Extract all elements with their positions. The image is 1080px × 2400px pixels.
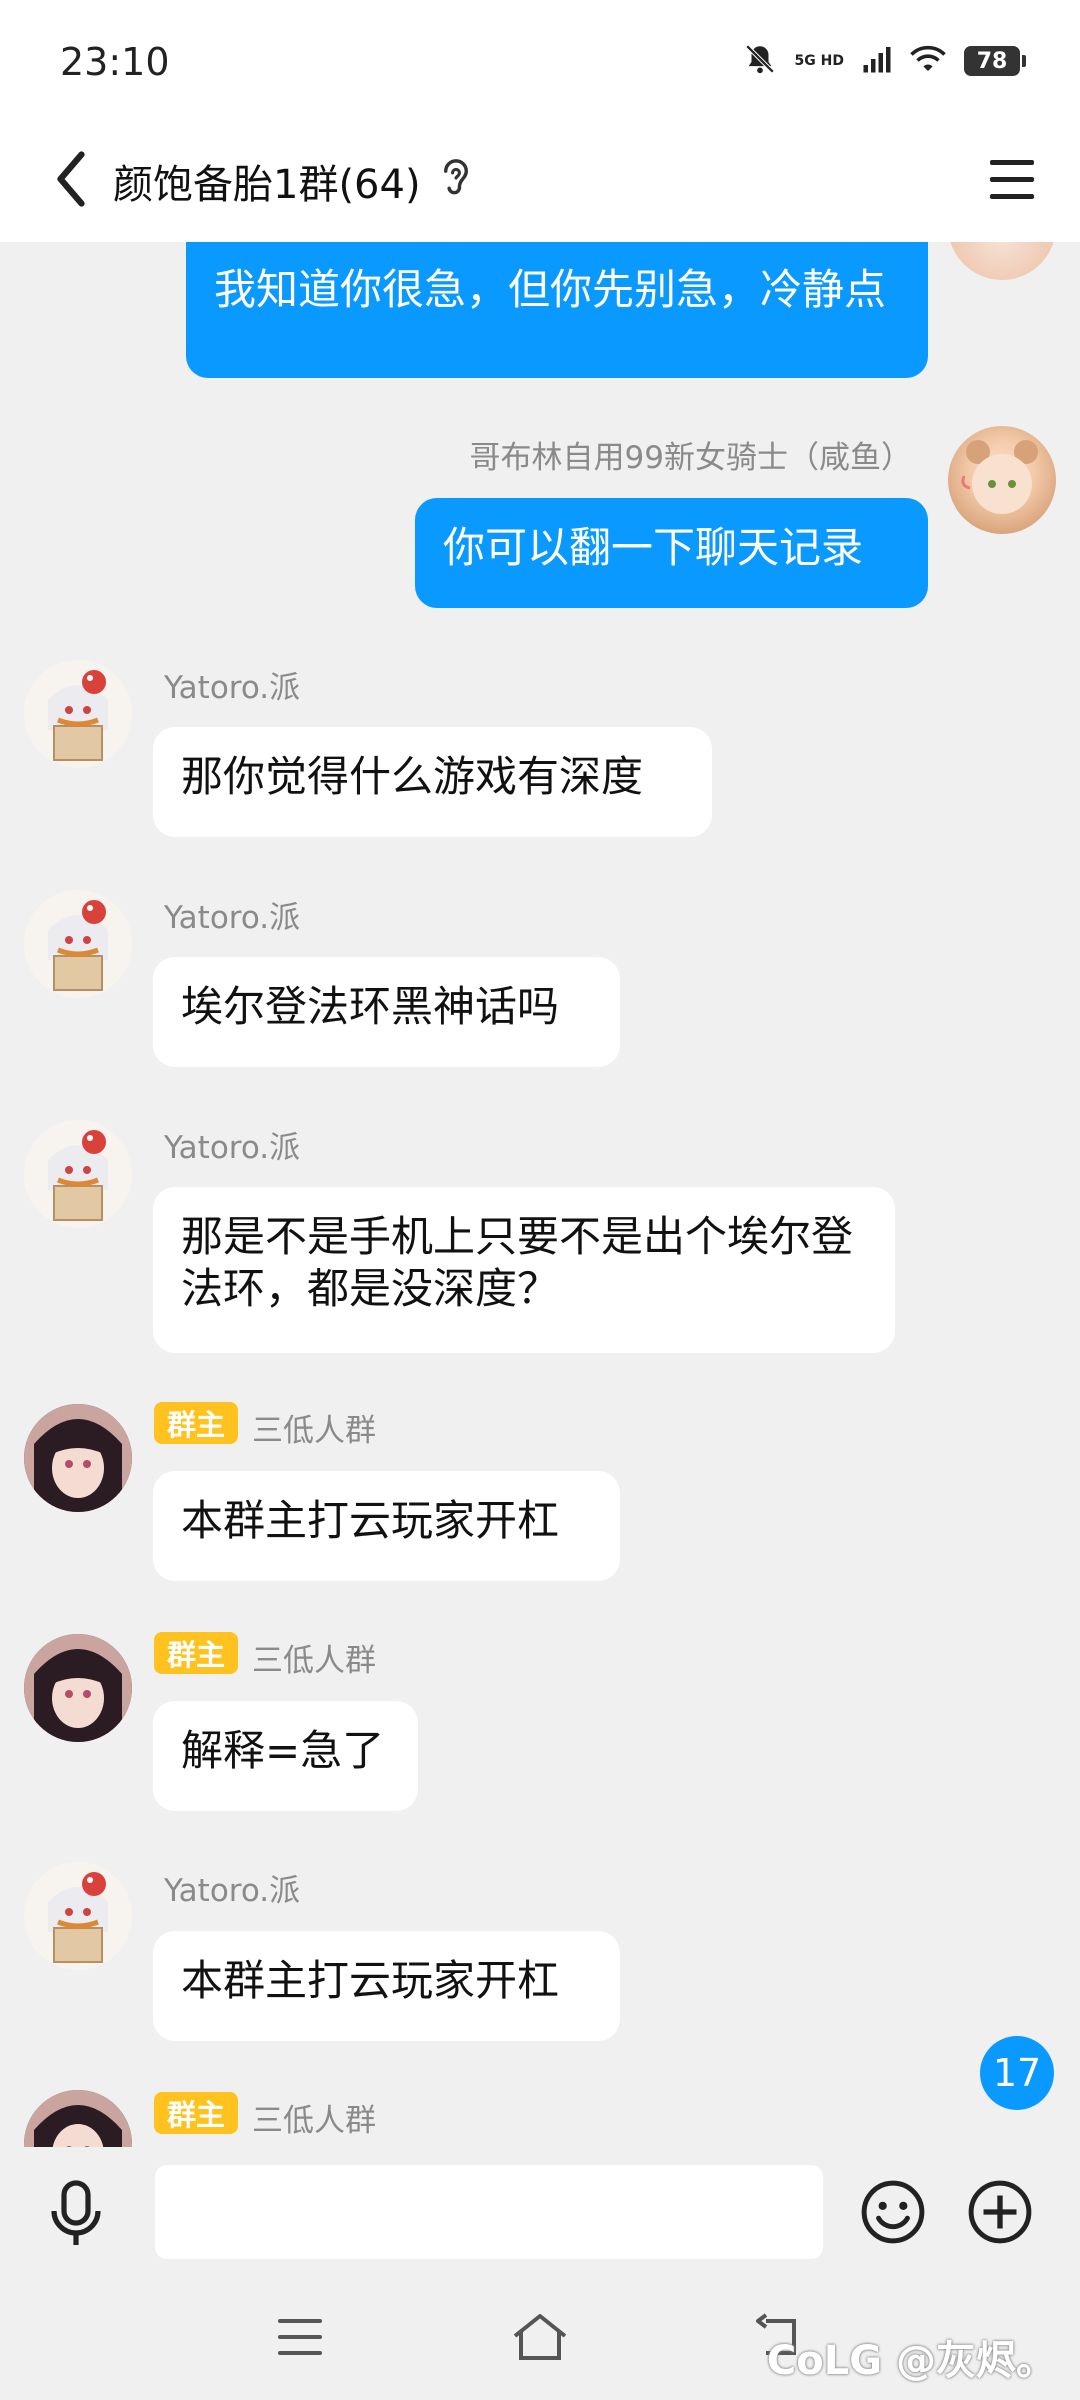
status-time: 23:10 — [60, 40, 170, 84]
microphone-icon[interactable] — [38, 2175, 114, 2251]
system-nav-bar: CoLG @灰烬。 — [0, 2277, 1080, 2400]
message-bubble[interactable]: 那是不是手机上只要不是出个埃尔登法环，都是没深度？ — [153, 1187, 895, 1353]
avatar-yatoro[interactable] — [24, 660, 132, 768]
avatar-owner[interactable] — [24, 1404, 132, 1512]
mute-bell-icon — [743, 42, 777, 80]
status-bar: 23:10 5G HD 78 — [0, 0, 1080, 130]
owner-badge: 群主 — [154, 1402, 238, 1444]
sender-name: 哥布林自用99新女骑士（咸鱼） — [469, 440, 912, 476]
avatar-yatoro[interactable] — [24, 1120, 132, 1228]
owner-badge: 群主 — [154, 2092, 238, 2134]
menu-icon[interactable] — [982, 150, 1042, 210]
input-bar — [0, 2147, 1080, 2277]
avatar-yatoro[interactable] — [24, 1862, 132, 1970]
avatar-yatoro[interactable] — [24, 890, 132, 998]
message-bubble[interactable]: 本群主打云玩家开杠 — [153, 1931, 620, 2041]
recent-apps-icon[interactable] — [265, 2302, 335, 2372]
home-icon[interactable] — [505, 2302, 575, 2372]
sender-name: 三低人群 — [252, 1643, 376, 1679]
avatar-self[interactable] — [948, 426, 1056, 534]
emoji-icon[interactable] — [855, 2174, 931, 2250]
sender-name: 三低人群 — [252, 1413, 376, 1449]
message-bubble[interactable]: 埃尔登法环黑神话吗 — [153, 957, 620, 1067]
watermark: CoLG @灰烬。 — [766, 2338, 1056, 2384]
sender-name: Yatoro.派 — [164, 900, 301, 936]
message-input[interactable] — [155, 2165, 823, 2259]
wifi-icon — [910, 44, 946, 78]
battery-icon: 78 — [964, 46, 1026, 76]
sender-name: 三低人群 — [252, 2103, 376, 2139]
message-bubble[interactable]: 你可以翻一下聊天记录 — [415, 498, 928, 608]
message-bubble[interactable]: 那你觉得什么游戏有深度 — [153, 727, 712, 837]
signal-icon — [862, 44, 892, 78]
ear-icon[interactable] — [438, 154, 474, 206]
group-title[interactable]: 颜饱备胎1群(64) — [113, 152, 421, 210]
sender-name: Yatoro.派 — [164, 670, 301, 706]
sender-name: Yatoro.派 — [164, 1130, 301, 1166]
status-icons: 5G HD 78 — [743, 42, 1026, 80]
avatar-owner[interactable] — [24, 2090, 132, 2147]
network-label: 5G HD — [794, 53, 844, 69]
message-bubble[interactable]: 本群主打云玩家开杠 — [153, 1471, 620, 1581]
message-bubble[interactable]: 我知道你很急，但你先别急，冷静点 — [186, 242, 928, 378]
message-bubble[interactable]: 解释=急了 — [153, 1701, 418, 1811]
avatar-owner[interactable] — [24, 1634, 132, 1742]
chat-header: 颜饱备胎1群(64) — [0, 130, 1080, 242]
back-icon[interactable] — [36, 144, 106, 214]
owner-badge: 群主 — [154, 1632, 238, 1674]
plus-icon[interactable] — [962, 2174, 1038, 2250]
unread-count-badge[interactable]: 17 — [980, 2036, 1054, 2110]
sender-name: Yatoro.派 — [164, 1873, 301, 1909]
chat-area[interactable]: 我知道你很急，但你先别急，冷静点 哥布林自用99新女骑士（咸鱼） 你可以翻一下聊… — [0, 242, 1080, 2147]
avatar-self-partial[interactable] — [948, 242, 1056, 280]
